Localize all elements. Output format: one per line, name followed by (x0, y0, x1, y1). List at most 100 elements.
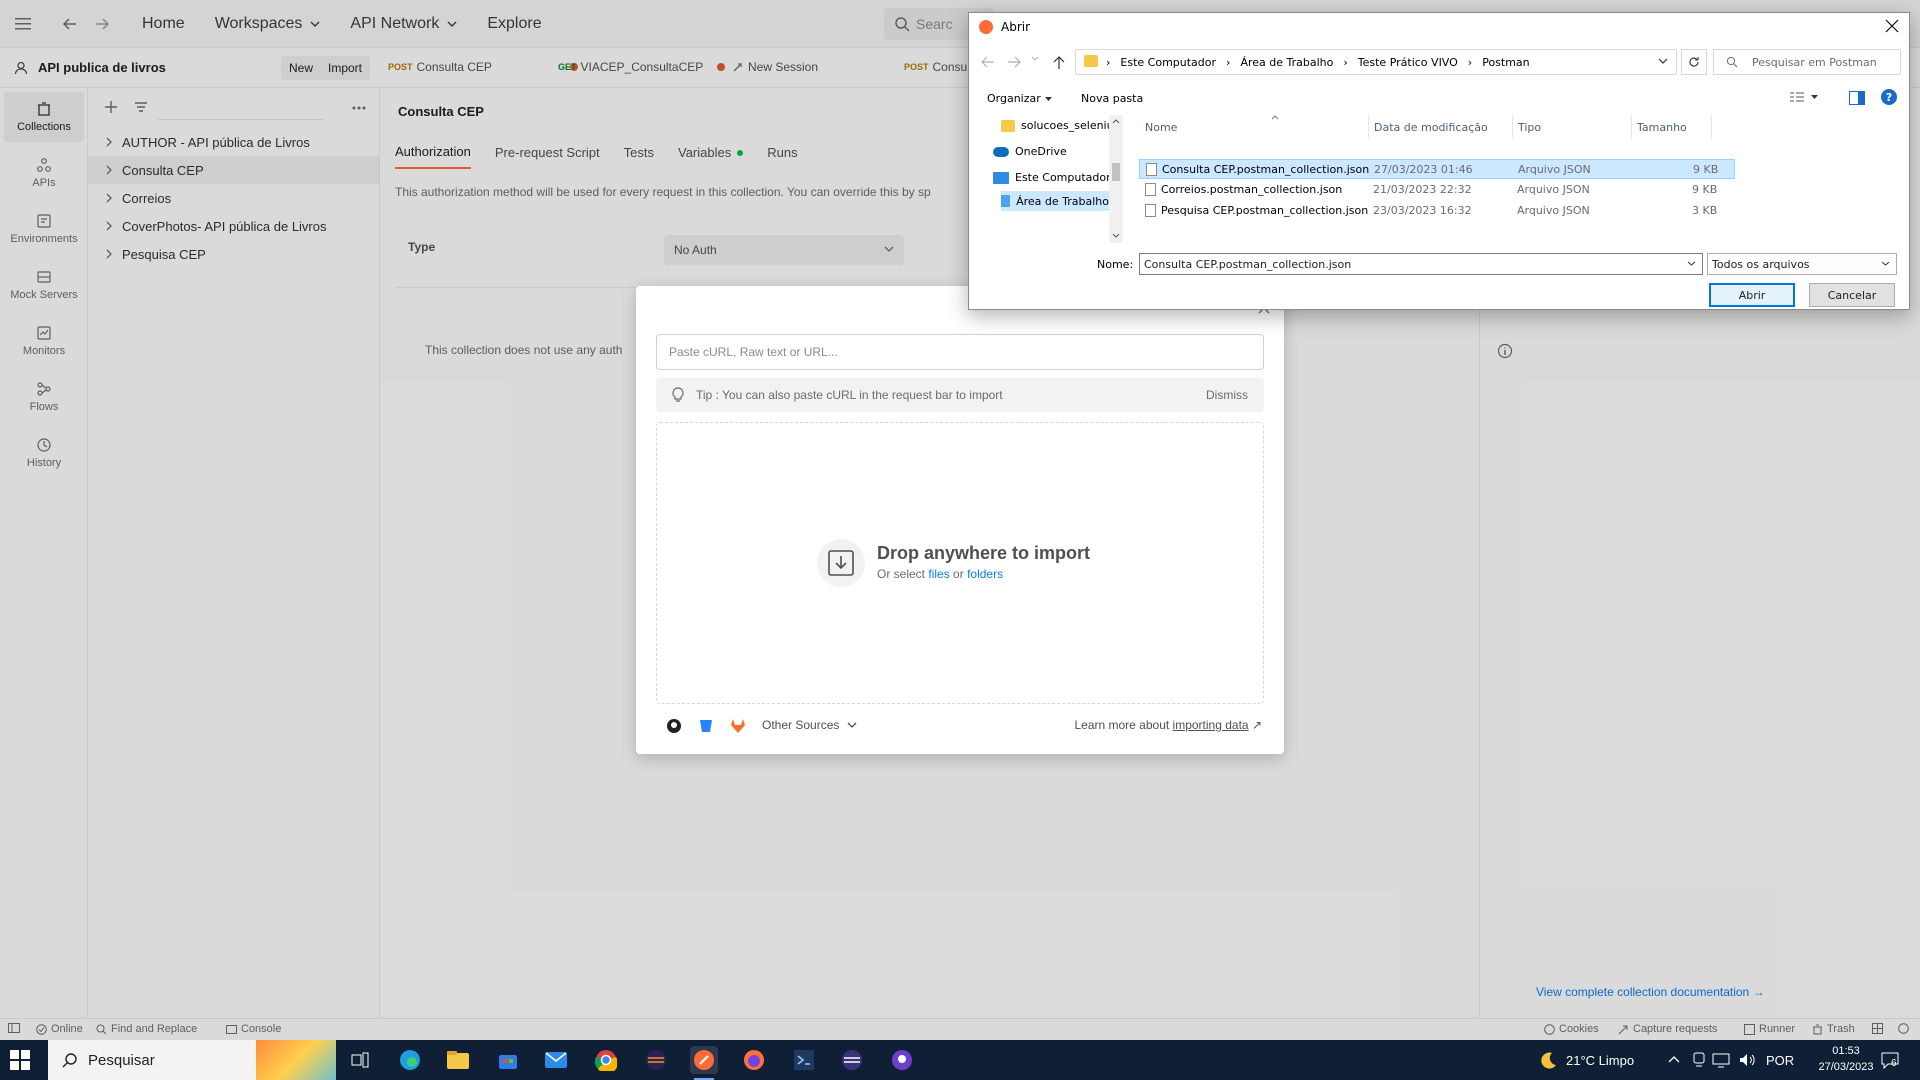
tip-text: Tip : You can also paste cURL in the req… (696, 388, 1003, 402)
drop-zone[interactable]: Drop anywhere to import Or select files … (656, 422, 1264, 704)
edge-icon[interactable] (396, 1046, 424, 1074)
windows-start-icon[interactable] (10, 1050, 30, 1070)
breadcrumb-item[interactable]: Área de Trabalho (1240, 56, 1333, 69)
select-files-link[interactable]: files (928, 567, 949, 581)
tree-item-computer[interactable]: Este Computador (993, 171, 1109, 184)
drop-or: or (953, 567, 964, 581)
organize-label: Organizar (987, 92, 1041, 105)
learn-more-text: Learn more about (1074, 718, 1170, 732)
other-sources-dropdown[interactable]: Other Sources (762, 718, 857, 732)
breadcrumb-sep-icon: › (1106, 55, 1111, 69)
github-desktop-icon[interactable] (888, 1046, 916, 1074)
navigation-tree: solucoes_seleniu OneDrive Este Computado… (969, 115, 1109, 243)
refresh-button[interactable] (1681, 49, 1707, 75)
close-icon[interactable] (1885, 19, 1899, 33)
firefox-icon[interactable] (740, 1046, 768, 1074)
language-indicator[interactable]: POR (1766, 1040, 1794, 1080)
column-date[interactable]: Data de modificação (1374, 121, 1488, 134)
caret-down-icon (1811, 95, 1818, 99)
drop-or-select: Or select (877, 567, 926, 581)
eclipse-icon[interactable] (642, 1046, 670, 1074)
store-icon[interactable] (494, 1046, 522, 1074)
tree-item-folder[interactable]: solucoes_seleniu (1001, 119, 1109, 132)
column-separator (1631, 115, 1632, 139)
back-arrow-icon[interactable] (981, 56, 995, 68)
dialog-search-placeholder: Pesquisar em Postman (1752, 55, 1877, 69)
column-type[interactable]: Tipo (1518, 121, 1541, 134)
taskbar-search-label: Pesquisar (88, 1051, 155, 1069)
help-icon[interactable]: ? (1881, 89, 1897, 105)
dialog-search-input[interactable]: Pesquisar em Postman (1713, 49, 1901, 75)
breadcrumb-item[interactable]: Este Computador (1120, 56, 1216, 69)
bitbucket-icon[interactable] (698, 718, 714, 734)
tree-item-label: Este Computador (1015, 171, 1109, 184)
view-list-icon (1790, 92, 1804, 102)
meet-now-icon[interactable] (1692, 1052, 1706, 1068)
file-size: 9 KB (1693, 163, 1719, 176)
column-separator (1711, 115, 1712, 139)
forward-arrow-icon[interactable] (1007, 56, 1021, 68)
filename-value: Consulta CEP.postman_collection.json (1144, 257, 1352, 271)
breadcrumb-item[interactable]: Teste Prático VIVO (1358, 56, 1458, 69)
task-view-icon[interactable] (346, 1046, 374, 1074)
filename-input[interactable]: Consulta CEP.postman_collection.json (1139, 253, 1703, 275)
tree-item-desktop[interactable]: Área de Trabalho (1001, 191, 1109, 211)
paste-input[interactable]: Paste cURL, Raw text or URL... (656, 334, 1264, 370)
folder-icon (1084, 55, 1098, 67)
postman-icon[interactable] (690, 1046, 718, 1080)
scroll-up-icon[interactable] (1112, 119, 1120, 124)
new-folder-button[interactable]: Nova pasta (1081, 92, 1143, 105)
notification-center-icon[interactable]: 6 (1880, 1050, 1900, 1070)
github-icon[interactable] (666, 718, 682, 734)
sort-up-icon (1271, 115, 1279, 120)
chrome-icon[interactable] (592, 1046, 620, 1074)
file-date: 21/03/2023 22:32 (1373, 183, 1472, 196)
weather-widget[interactable]: 21°C Limpo (1538, 1040, 1634, 1080)
volume-icon[interactable] (1738, 1052, 1756, 1068)
import-icon (817, 539, 865, 587)
up-arrow-icon[interactable] (1053, 56, 1065, 70)
taskbar-clock[interactable]: 01:53 27/03/2023 (1812, 1043, 1880, 1075)
recent-dropdown-icon[interactable] (1031, 56, 1039, 61)
breadcrumb-item[interactable]: Postman (1482, 56, 1529, 69)
select-folders-link[interactable]: folders (967, 567, 1003, 581)
search-highlight-image[interactable] (256, 1040, 336, 1080)
file-row[interactable]: Correios.postman_collection.json 21/03/2… (1139, 180, 1735, 200)
file-explorer-icon[interactable] (444, 1046, 472, 1074)
file-date: 23/03/2023 16:32 (1373, 204, 1472, 217)
open-button[interactable]: Abrir (1709, 283, 1795, 307)
column-name[interactable]: Nome (1145, 121, 1177, 134)
tree-item-onedrive[interactable]: OneDrive (993, 145, 1067, 158)
breadcrumb-sep-icon: › (1343, 55, 1348, 69)
chevron-up-icon[interactable] (1668, 1055, 1680, 1063)
gitlab-icon[interactable] (730, 718, 746, 734)
desktop-icon (1001, 195, 1011, 207)
network-icon[interactable] (1712, 1052, 1730, 1068)
file-row[interactable]: Consulta CEP.postman_collection.json 27/… (1139, 159, 1735, 179)
preview-pane-icon[interactable] (1849, 91, 1865, 105)
mail-icon[interactable] (542, 1046, 570, 1074)
file-row[interactable]: Pesquisa CEP.postman_collection.json 23/… (1139, 201, 1735, 221)
import-footer: Other Sources Learn more about importing… (656, 714, 1264, 738)
file-type-select[interactable]: Todos os arquivos (1707, 253, 1897, 275)
chevron-down-icon[interactable] (1658, 58, 1668, 64)
column-size[interactable]: Tamanho (1637, 121, 1687, 134)
dismiss-button[interactable]: Dismiss (1206, 388, 1248, 402)
scrollbar-thumb[interactable] (1112, 163, 1120, 181)
clock-date: 27/03/2023 (1818, 1061, 1874, 1073)
eclipse-ide-icon[interactable] (838, 1046, 866, 1074)
tree-scrollbar[interactable] (1109, 115, 1123, 243)
view-options-button[interactable] (1789, 91, 1818, 103)
taskbar-search[interactable]: Pesquisar (48, 1040, 256, 1080)
address-bar[interactable]: › Este Computador › Área de Trabalho › T… (1075, 49, 1677, 75)
scroll-down-icon[interactable] (1112, 233, 1120, 238)
filename-row: Nome: Consulta CEP.postman_collection.js… (969, 251, 1909, 277)
learn-more: Learn more about importing data ↗ (1074, 718, 1262, 732)
organize-menu[interactable]: Organizar (987, 92, 1052, 105)
file-list: Nome Data de modificação Tipo Tamanho Co… (1139, 115, 1909, 243)
importing-data-link[interactable]: importing data (1173, 718, 1249, 732)
chevron-down-icon[interactable] (1687, 261, 1696, 266)
cancel-button[interactable]: Cancelar (1809, 283, 1895, 307)
visual-studio-icon[interactable] (790, 1046, 818, 1074)
external-link-icon: ↗ (1251, 718, 1262, 732)
